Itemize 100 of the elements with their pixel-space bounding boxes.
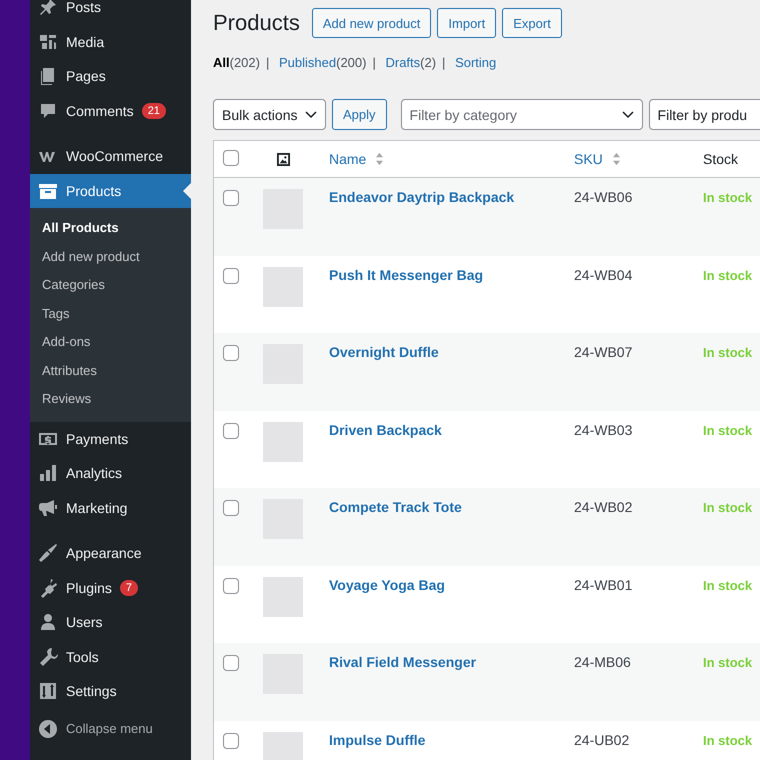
row-checkbox[interactable]	[223, 190, 239, 206]
photo-placeholder	[262, 422, 302, 462]
product-type-filter-select[interactable]: Filter by produ	[648, 99, 760, 130]
category-filter-select[interactable]: Filter by category	[400, 99, 643, 130]
submenu-item[interactable]: Categories	[30, 271, 191, 300]
sidebar-item[interactable]: Marketing	[30, 490, 191, 525]
menu-label: Products	[66, 182, 122, 199]
pushpin-icon	[38, 0, 58, 18]
user-icon	[38, 612, 58, 632]
apply-button[interactable]: Apply	[332, 99, 387, 130]
sidebar-item[interactable]: Posts	[30, 0, 191, 24]
select-all-checkbox[interactable]	[223, 150, 239, 166]
paintbrush-icon	[38, 543, 58, 564]
stock-status: In stock	[703, 578, 752, 592]
product-name-link[interactable]: Driven Backpack	[329, 422, 442, 438]
submenu-item[interactable]: Attributes	[30, 356, 191, 385]
menu-label: Tools	[66, 648, 99, 665]
sidebar-item[interactable]: Products	[30, 174, 191, 208]
product-name-link[interactable]: Overnight Duffle	[329, 344, 439, 360]
collapse-menu-button[interactable]: Collapse menu	[30, 712, 191, 746]
submenu-item[interactable]: Tags	[30, 300, 191, 328]
column-header[interactable]: SKU	[574, 151, 603, 167]
sidebar-item[interactable]: Settings	[30, 674, 191, 708]
product-name-link[interactable]: Rival Field Messenger	[329, 654, 476, 670]
sidebar-item[interactable]: Media	[30, 24, 191, 59]
photo-placeholder	[262, 576, 302, 616]
submenu-item[interactable]: All Products	[30, 214, 191, 242]
submenu-item[interactable]: Add new product	[30, 242, 191, 271]
sku-text: 24-WB07	[574, 344, 632, 360]
sort-icon[interactable]	[612, 152, 621, 166]
menu-label: Pages	[66, 68, 106, 84]
count-badge: 7	[120, 580, 138, 596]
column-header: Stock	[703, 151, 738, 167]
bulk-actions-select[interactable]: Bulk actions	[213, 99, 326, 130]
sort-icon[interactable]	[375, 152, 384, 166]
row-checkbox[interactable]	[223, 500, 239, 516]
product-name-link[interactable]: Voyage Yoga Bag	[329, 576, 445, 592]
product-name-link[interactable]: Impulse Duffle	[329, 732, 426, 748]
row-checkbox[interactable]	[223, 345, 239, 361]
sidebar-item[interactable]: WooCommerce	[30, 139, 191, 174]
view-filter-link[interactable]: Published(200)	[279, 55, 366, 70]
sidebar-item[interactable]: Appearance	[30, 536, 191, 570]
sku-text: 24-WB04	[574, 266, 632, 282]
view-filter-link[interactable]: Sorting	[455, 55, 496, 70]
sidebar-item[interactable]: Comments 21	[30, 94, 191, 128]
product-name-link[interactable]: Push It Messenger Bag	[329, 266, 484, 282]
sliders-icon	[38, 681, 58, 702]
column-header[interactable]: Name	[329, 151, 366, 167]
view-filter-link[interactable]: All(202)	[213, 55, 260, 70]
separator: |	[372, 55, 376, 70]
row-checkbox[interactable]	[223, 655, 239, 671]
sidebar-item[interactable]: Users	[30, 605, 191, 640]
sku-text: 24-WB02	[574, 499, 632, 515]
separator: |	[442, 55, 446, 70]
stock-status: In stock	[703, 655, 752, 670]
stock-status: In stock	[703, 345, 752, 360]
photo-placeholder	[262, 732, 302, 760]
sku-text: 24-WB01	[574, 576, 632, 592]
row-checkbox[interactable]	[223, 732, 239, 748]
stock-status: In stock	[703, 190, 752, 205]
row-checkbox[interactable]	[223, 268, 239, 284]
page-action-button[interactable]: Export	[502, 8, 562, 38]
menu-label: Marketing	[66, 500, 128, 516]
page-title: Products	[213, 10, 300, 36]
product-name-link[interactable]: Endeavor Daytrip Backpack	[329, 189, 514, 205]
sku-text: 24-WB03	[574, 422, 632, 438]
bar-chart-icon	[38, 463, 58, 484]
sidebar-item[interactable]: Analytics	[30, 456, 191, 490]
separator: |	[266, 55, 270, 70]
count-badge: 21	[142, 102, 166, 119]
stock-status: In stock	[703, 268, 752, 282]
menu-label: Comments	[66, 102, 134, 119]
wrench-icon	[38, 646, 58, 667]
sidebar-item[interactable]: Plugins 7	[30, 570, 191, 605]
menu-label: Payments	[66, 430, 128, 447]
sku-text: 24-MB06	[574, 654, 631, 670]
submenu-item[interactable]: Add-ons	[30, 328, 191, 356]
view-filter-link[interactable]: Drafts(2)	[385, 55, 436, 70]
sku-text: 24-WB06	[574, 189, 632, 205]
menu-label: WooCommerce	[66, 148, 163, 164]
stock-status: In stock	[703, 422, 752, 438]
chevron-down-icon	[622, 110, 634, 118]
sku-text: 24-UB02	[574, 732, 630, 748]
menu-label: Appearance	[66, 545, 142, 562]
sidebar-item[interactable]: Pages	[30, 59, 191, 94]
chevron-down-icon	[305, 110, 317, 118]
row-checkbox[interactable]	[223, 422, 239, 438]
sidebar-item[interactable]: Tools	[30, 640, 191, 674]
photo-placeholder	[262, 266, 302, 306]
row-checkbox[interactable]	[223, 578, 239, 594]
menu-label: Settings	[66, 683, 117, 700]
page-action-button[interactable]: Add new product	[312, 8, 432, 38]
sidebar-item[interactable]: Payments	[30, 422, 191, 456]
stock-status: In stock	[703, 732, 752, 748]
page-action-button[interactable]: Import	[437, 8, 496, 38]
stock-status: In stock	[703, 500, 752, 515]
image-icon	[276, 152, 290, 166]
product-name-link[interactable]: Compete Track Tote	[329, 499, 462, 515]
menu-label: Media	[66, 34, 104, 50]
submenu-item[interactable]: Reviews	[30, 385, 191, 414]
